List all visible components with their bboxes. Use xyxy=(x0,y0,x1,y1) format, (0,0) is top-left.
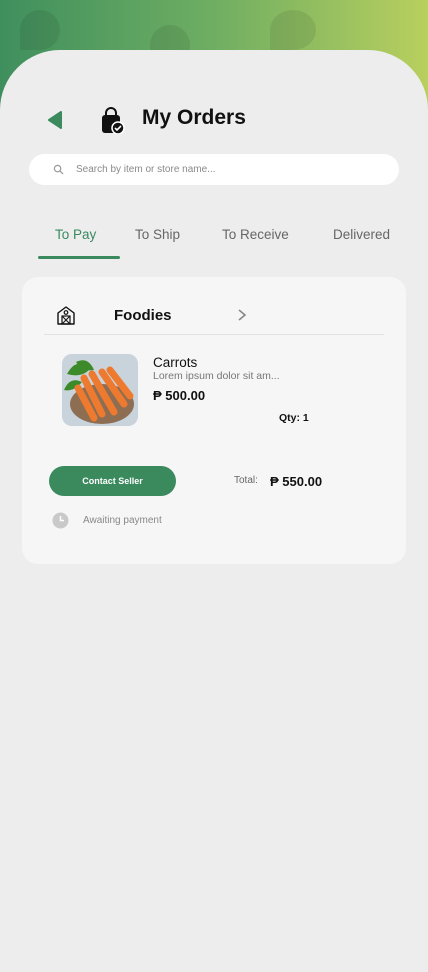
tab-to-receive[interactable]: To Receive xyxy=(222,227,289,242)
leaf-decoration xyxy=(270,10,316,50)
leaf-decoration xyxy=(20,10,60,50)
total-value: ₱ 550.00 xyxy=(270,474,323,489)
chevron-right-icon[interactable] xyxy=(236,308,248,322)
page-header: My Orders xyxy=(0,100,428,140)
order-card: Foodies Carrots Lorem ipsum dolor sit am… xyxy=(22,277,406,564)
tab-to-ship[interactable]: To Ship xyxy=(135,227,180,242)
search-icon xyxy=(53,164,64,175)
store-name: Foodies xyxy=(114,307,172,324)
search-input[interactable] xyxy=(76,164,356,175)
clock-icon xyxy=(52,512,69,529)
shopping-bag-check-icon xyxy=(99,106,125,135)
order-status: Awaiting payment xyxy=(83,515,162,526)
tab-to-pay[interactable]: To Pay xyxy=(55,227,96,242)
store-row[interactable]: Foodies xyxy=(44,303,384,335)
barn-store-icon xyxy=(56,305,76,325)
product-description: Lorem ipsum dolor sit am... xyxy=(153,370,280,382)
page-title: My Orders xyxy=(142,106,246,129)
order-tabs: To Pay To Ship To Receive Delivered xyxy=(0,222,394,262)
product-quantity: Qty: 1 xyxy=(279,412,309,424)
back-button[interactable] xyxy=(42,108,68,132)
product-image-carrots xyxy=(62,354,138,426)
product-name: Carrots xyxy=(153,355,198,370)
tab-delivered[interactable]: Delivered xyxy=(333,227,390,242)
search-bar[interactable] xyxy=(29,154,399,185)
product-price: ₱ 500.00 xyxy=(153,388,206,403)
total-label: Total: xyxy=(234,475,258,486)
active-tab-indicator xyxy=(38,256,120,259)
back-arrow-icon xyxy=(48,111,62,129)
contact-seller-button[interactable]: Contact Seller xyxy=(49,466,176,496)
